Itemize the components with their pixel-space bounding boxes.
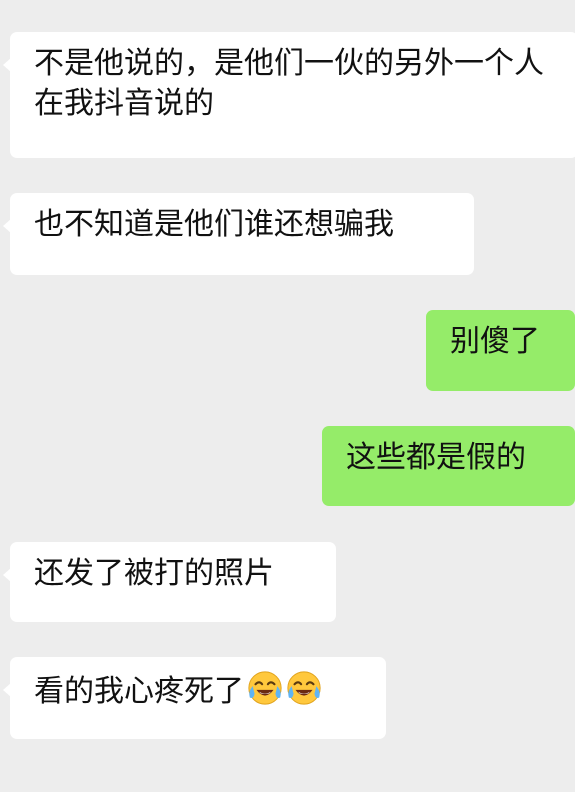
message-text: 看的我心疼死了 bbox=[34, 674, 244, 709]
tears-of-joy-emoji-icon bbox=[246, 669, 284, 707]
message-text: 不是他说的，是他们一伙的另外一个人在我抖音说的 bbox=[34, 46, 544, 121]
message-bubble-outgoing[interactable]: 这些都是假的 bbox=[322, 426, 575, 506]
message-bubble-outgoing[interactable]: 别傻了 bbox=[426, 310, 575, 391]
message-bubble-incoming[interactable]: 也不知道是他们谁还想骗我 bbox=[3, 193, 474, 275]
tears-of-joy-emoji-icon bbox=[285, 669, 323, 707]
message-text: 这些都是假的 bbox=[346, 440, 526, 475]
message-bubble-incoming[interactable]: 看的我心疼死了 bbox=[3, 657, 386, 739]
message-text: 也不知道是他们谁还想骗我 bbox=[34, 207, 394, 242]
message-bubble-incoming[interactable]: 不是他说的，是他们一伙的另外一个人在我抖音说的 bbox=[3, 32, 575, 158]
message-text: 别傻了 bbox=[450, 324, 540, 359]
emoji-group bbox=[246, 669, 324, 718]
message-text: 还发了被打的照片 bbox=[34, 556, 274, 591]
message-bubble-incoming[interactable]: 还发了被打的照片 bbox=[3, 542, 336, 622]
chat-message-list: 不是他说的，是他们一伙的另外一个人在我抖音说的 也不知道是他们谁还想骗我 别傻了… bbox=[0, 0, 575, 792]
